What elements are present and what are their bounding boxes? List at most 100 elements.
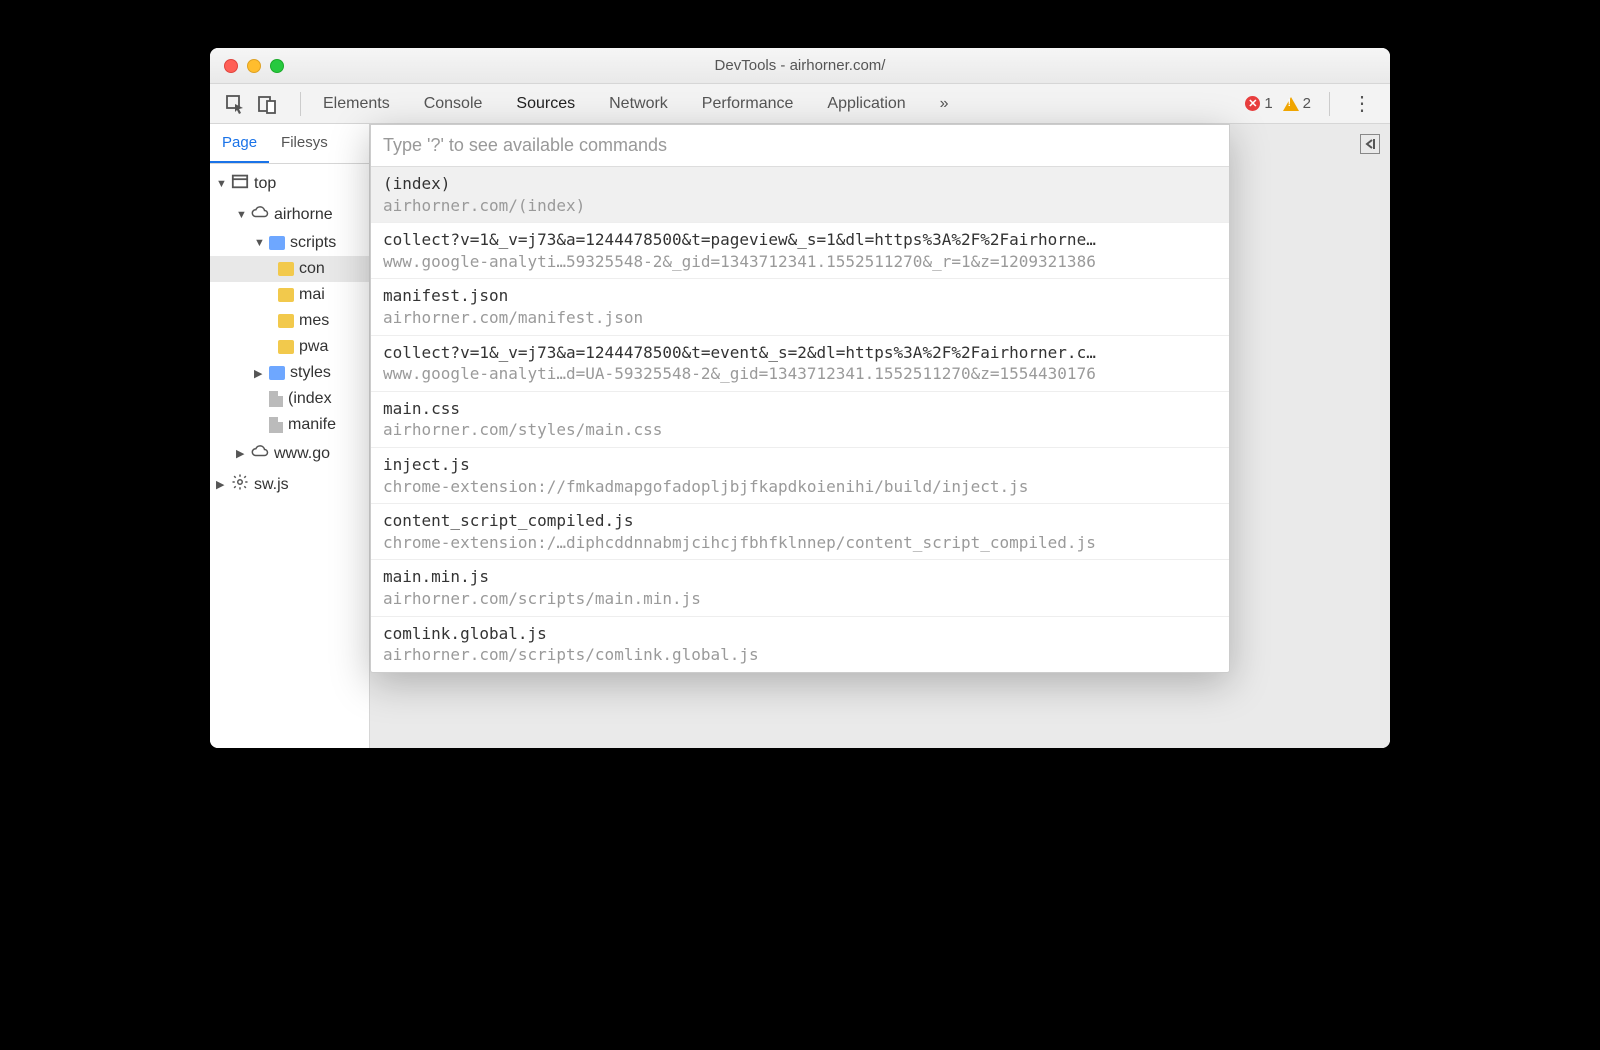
tree-label: sw.js — [254, 476, 289, 494]
window-title: DevTools - airhorner.com/ — [210, 57, 1390, 74]
gear-icon — [231, 473, 249, 496]
warning-count: 2 — [1303, 95, 1311, 112]
tree-node-file[interactable]: mai — [210, 282, 369, 308]
command-item-subtitle: airhorner.com/manifest.json — [383, 307, 1217, 329]
chevron-down-icon: ▼ — [236, 209, 246, 221]
device-toolbar-icon[interactable] — [254, 91, 280, 117]
tree-label: airhorne — [274, 206, 333, 224]
command-menu-item[interactable]: comlink.global.jsairhorner.com/scripts/c… — [371, 617, 1229, 672]
tree-node-manifest[interactable]: manife — [210, 412, 369, 438]
command-item-subtitle: airhorner.com/scripts/main.min.js — [383, 588, 1217, 610]
command-item-subtitle: chrome-extension:/…diphcddnnabmjcihcjfbh… — [383, 532, 1217, 554]
folder-icon — [269, 236, 285, 250]
sources-sidebar: Page Filesys ▼ top ▼ airhorne ▼ scripts — [210, 124, 370, 748]
cloud-icon — [251, 203, 269, 226]
command-item-title: comlink.global.js — [383, 623, 1217, 645]
command-item-title: content_script_compiled.js — [383, 510, 1217, 532]
file-icon — [269, 417, 283, 433]
command-menu-item[interactable]: inject.jschrome-extension://fmkadmapgofa… — [371, 448, 1229, 504]
command-menu-item[interactable]: main.min.jsairhorner.com/scripts/main.mi… — [371, 560, 1229, 616]
folder-icon — [269, 366, 285, 380]
sidebar-tab-page[interactable]: Page — [210, 124, 269, 163]
tab-console[interactable]: Console — [424, 95, 483, 113]
tree-label: manife — [288, 416, 336, 434]
command-item-subtitle: www.google-analyti…59325548-2&_gid=13437… — [383, 251, 1217, 273]
warning-count-badge[interactable]: 2 — [1283, 95, 1311, 112]
devtools-tabstrip: Elements Console Sources Network Perform… — [210, 84, 1390, 124]
tree-node-googleanalytics[interactable]: ▶ www.go — [210, 438, 369, 469]
command-item-subtitle: www.google-analyti…d=UA-59325548-2&_gid=… — [383, 363, 1217, 385]
command-menu-item[interactable]: main.cssairhorner.com/styles/main.css — [371, 392, 1229, 448]
devtools-body: Page Filesys ▼ top ▼ airhorne ▼ scripts — [210, 124, 1390, 748]
tree-label: (index — [288, 390, 332, 408]
file-icon — [269, 391, 283, 407]
tree-label: top — [254, 175, 276, 193]
editor-area: Type '?' to see available commands (inde… — [370, 124, 1390, 748]
chevron-right-icon: ▶ — [216, 478, 226, 491]
command-item-title: main.min.js — [383, 566, 1217, 588]
command-item-subtitle: airhorner.com/(index) — [383, 195, 1217, 217]
tree-label: mai — [299, 286, 325, 304]
tree-label: mes — [299, 312, 329, 330]
command-item-subtitle: airhorner.com/styles/main.css — [383, 419, 1217, 441]
tree-node-serviceworker[interactable]: ▶ sw.js — [210, 469, 369, 500]
command-item-subtitle: chrome-extension://fmkadmapgofadopljbjfk… — [383, 476, 1217, 498]
tab-elements[interactable]: Elements — [323, 95, 390, 113]
chevron-right-icon: ▶ — [254, 367, 264, 380]
command-item-title: (index) — [383, 173, 1217, 195]
tab-network[interactable]: Network — [609, 95, 668, 113]
command-menu-item[interactable]: manifest.jsonairhorner.com/manifest.json — [371, 279, 1229, 335]
sidebar-tabs: Page Filesys — [210, 124, 369, 164]
tree-node-scripts[interactable]: ▼ scripts — [210, 230, 369, 256]
tabs-overflow[interactable]: » — [940, 95, 949, 113]
command-menu-item[interactable]: collect?v=1&_v=j73&a=1244478500&t=pagevi… — [371, 223, 1229, 279]
toggle-debugger-pane-icon[interactable] — [1360, 134, 1380, 154]
window-frame-icon — [231, 172, 249, 195]
tab-sources[interactable]: Sources — [516, 95, 575, 113]
file-tree: ▼ top ▼ airhorne ▼ scripts con — [210, 164, 369, 748]
command-item-subtitle: airhorner.com/scripts/comlink.global.js — [383, 644, 1217, 666]
tab-performance[interactable]: Performance — [702, 95, 794, 113]
command-item-title: inject.js — [383, 454, 1217, 476]
command-menu: Type '?' to see available commands (inde… — [370, 124, 1230, 673]
error-count-badge[interactable]: ✕ 1 — [1245, 95, 1272, 112]
tree-label: styles — [290, 364, 331, 382]
sidebar-tab-filesystem[interactable]: Filesys — [269, 124, 340, 163]
tree-label: scripts — [290, 234, 336, 252]
command-menu-item[interactable]: (index)airhorner.com/(index) — [371, 167, 1229, 223]
chevron-down-icon: ▼ — [216, 178, 226, 190]
cloud-icon — [251, 442, 269, 465]
command-item-title: main.css — [383, 398, 1217, 420]
error-icon: ✕ — [1245, 96, 1260, 111]
command-menu-list: (index)airhorner.com/(index) collect?v=1&… — [371, 167, 1229, 672]
command-item-title: manifest.json — [383, 285, 1217, 307]
window-titlebar: DevTools - airhorner.com/ — [210, 48, 1390, 84]
tree-node-file[interactable]: mes — [210, 308, 369, 334]
command-item-title: collect?v=1&_v=j73&a=1244478500&t=event&… — [383, 342, 1217, 364]
tree-node-airhorner[interactable]: ▼ airhorne — [210, 199, 369, 230]
tree-label: pwa — [299, 338, 328, 356]
command-menu-item[interactable]: content_script_compiled.jschrome-extensi… — [371, 504, 1229, 560]
tab-application[interactable]: Application — [827, 95, 905, 113]
folder-icon — [278, 340, 294, 354]
chevron-down-icon: ▼ — [254, 237, 264, 249]
tree-label: con — [299, 260, 325, 278]
warning-icon — [1283, 97, 1299, 111]
tree-node-file[interactable]: pwa — [210, 334, 369, 360]
tree-node-styles[interactable]: ▶ styles — [210, 360, 369, 386]
chevron-right-icon: ▶ — [236, 447, 246, 460]
separator — [300, 92, 301, 116]
tree-node-top[interactable]: ▼ top — [210, 168, 369, 199]
settings-menu-icon[interactable]: ⋮ — [1348, 91, 1376, 116]
tree-label: www.go — [274, 445, 330, 463]
tree-node-file[interactable]: con — [210, 256, 369, 282]
folder-icon — [278, 314, 294, 328]
tree-node-index[interactable]: (index — [210, 386, 369, 412]
inspect-element-icon[interactable] — [222, 91, 248, 117]
devtools-window: DevTools - airhorner.com/ Elements Conso… — [210, 48, 1390, 748]
command-menu-item[interactable]: collect?v=1&_v=j73&a=1244478500&t=event&… — [371, 336, 1229, 392]
command-item-title: collect?v=1&_v=j73&a=1244478500&t=pagevi… — [383, 229, 1217, 251]
folder-icon — [278, 262, 294, 276]
separator — [1329, 92, 1330, 116]
command-menu-input[interactable]: Type '?' to see available commands — [371, 125, 1229, 167]
